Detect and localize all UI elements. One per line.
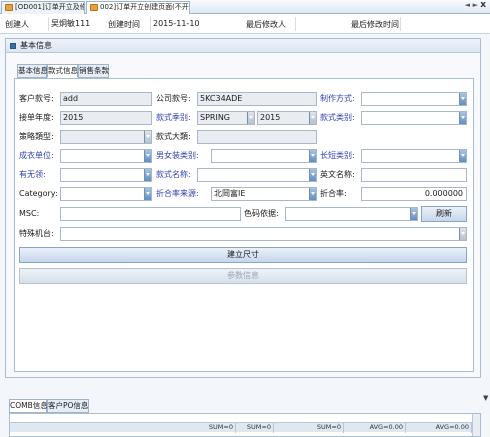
msc-label: MSC: bbox=[19, 209, 40, 218]
tab-scroll-right-icon[interactable]: ► bbox=[473, 1, 478, 9]
order-year-label: 接单年度: bbox=[19, 113, 54, 122]
form-icon bbox=[5, 4, 13, 11]
customer-no-label: 客户款号: bbox=[19, 94, 54, 103]
tab-comb-info[interactable]: COMB信息 bbox=[9, 399, 48, 413]
created-time-value: 2015-11-10 bbox=[150, 17, 240, 31]
gender-type-label: 男女装类别: bbox=[156, 151, 199, 160]
category-select[interactable] bbox=[60, 187, 152, 201]
discount-rate-field[interactable]: 0.000000 bbox=[361, 187, 467, 201]
last-modifier-label: 最后修改人 bbox=[246, 20, 286, 29]
season-value: SPRING bbox=[200, 113, 231, 122]
create-size-button[interactable]: 建立尺寸 bbox=[19, 247, 467, 263]
season-year-select[interactable]: 2015 bbox=[257, 111, 317, 125]
doc-tab-label: [OD001]订单开立及修改 bbox=[15, 3, 84, 11]
strategy-type-label: 策略類型: bbox=[19, 132, 54, 141]
discount-source-select[interactable]: 北岡富IE bbox=[211, 187, 317, 201]
created-time-label: 创建时间 bbox=[108, 20, 140, 29]
chevron-down-icon[interactable] bbox=[144, 169, 151, 181]
avg-cell: AVG=0.00 bbox=[344, 423, 406, 433]
has-none-label: 有无领: bbox=[19, 170, 46, 179]
collapse-icon[interactable] bbox=[10, 43, 16, 49]
style-name-select[interactable] bbox=[197, 168, 317, 182]
has-none-select[interactable] bbox=[60, 168, 152, 182]
summary-row: SUM=0 SUM=0 SUM=0 AVG=0.00 AVG=0.00 bbox=[10, 422, 480, 433]
style-size-field[interactable] bbox=[197, 130, 317, 144]
doc-tab-create-page[interactable]: 002]订单开立创建页面(不开放用 bbox=[86, 1, 190, 14]
tab-sales-terms[interactable]: 销售条款 bbox=[78, 64, 109, 78]
style-category-label: 款式类别: bbox=[320, 113, 355, 122]
parameter-info-button[interactable]: 参数信息 bbox=[19, 268, 467, 284]
creator-value: 吴炯敏111 bbox=[48, 17, 106, 31]
refresh-button[interactable]: 刷新 bbox=[421, 206, 467, 222]
customer-no-field[interactable]: add bbox=[60, 92, 152, 106]
chevron-down-icon[interactable] bbox=[247, 112, 254, 124]
chevron-down-icon[interactable] bbox=[144, 150, 151, 162]
discount-source-label: 折合率来源: bbox=[156, 189, 199, 198]
chevron-down-icon[interactable] bbox=[144, 188, 151, 200]
length-type-select[interactable] bbox=[361, 149, 467, 163]
garment-unit-select[interactable] bbox=[60, 149, 152, 163]
tab-style-info[interactable]: 款式信息 bbox=[47, 64, 78, 78]
discount-source-value: 北岡富IE bbox=[214, 189, 246, 198]
tab-customer-po-info[interactable]: 客户PO信息 bbox=[47, 399, 89, 413]
company-no-field[interactable]: 5KC34ADE bbox=[197, 92, 317, 106]
msc-field[interactable] bbox=[60, 207, 241, 221]
sum-cell: SUM=0 bbox=[160, 423, 236, 433]
season-label: 款式季别: bbox=[156, 113, 191, 122]
tab-scroll-left-icon[interactable]: ◄ bbox=[465, 1, 470, 9]
doc-tab-label: 002]订单开立创建页面(不开放用 bbox=[100, 3, 189, 11]
style-info-form: 客户款号: add 公司款号: 5KC34ADE 制作方式: 接单年度: 201… bbox=[14, 78, 474, 372]
last-modifier-value bbox=[295, 17, 347, 31]
chevron-down-icon[interactable] bbox=[309, 112, 316, 124]
garment-unit-label: 成衣单位: bbox=[19, 151, 54, 160]
style-category-select[interactable] bbox=[361, 111, 467, 125]
doc-tab-od001[interactable]: [OD001]订单开立及修改 bbox=[1, 1, 85, 14]
creator-label: 创建人 bbox=[5, 20, 29, 29]
category-label: Category: bbox=[19, 189, 58, 198]
sum-cell: SUM=0 bbox=[274, 423, 344, 433]
chevron-down-icon[interactable] bbox=[459, 150, 466, 162]
avg-cell: AVG=0.00 bbox=[406, 423, 472, 433]
chevron-down-icon[interactable] bbox=[144, 131, 151, 143]
season-year-value: 2015 bbox=[260, 113, 281, 122]
chevron-down-icon[interactable] bbox=[309, 169, 316, 181]
chevron-down-icon[interactable] bbox=[410, 208, 417, 220]
panel-header[interactable]: 基本信息 bbox=[6, 39, 480, 53]
chevron-down-icon[interactable] bbox=[459, 228, 466, 240]
record-header: 创建人 吴炯敏111 创建时间 2015-11-10 最后修改人 最后修改时间 bbox=[0, 14, 490, 34]
gender-type-select[interactable] bbox=[211, 149, 317, 163]
special-machine-label: 特殊机台: bbox=[19, 229, 54, 238]
last-modified-time-label: 最后修改时间 bbox=[351, 20, 399, 29]
special-machine-select[interactable] bbox=[60, 227, 467, 241]
last-modified-time-value bbox=[400, 17, 484, 31]
tab-basic-info[interactable]: 基本信息 bbox=[17, 64, 48, 78]
close-icon[interactable]: x bbox=[480, 0, 486, 10]
english-name-field[interactable] bbox=[361, 168, 467, 182]
order-year-field[interactable]: 2015 bbox=[60, 111, 152, 125]
season-select[interactable]: SPRING bbox=[197, 111, 255, 125]
grid-scrollbar[interactable] bbox=[472, 414, 480, 436]
chevron-down-icon[interactable] bbox=[459, 93, 466, 105]
strategy-type-select[interactable] bbox=[60, 130, 152, 144]
scroll-down-icon[interactable]: ▼ bbox=[483, 394, 489, 402]
document-tab-bar: [OD001]订单开立及修改 002]订单开立创建页面(不开放用 ◄ ► x bbox=[0, 0, 490, 14]
discount-rate-label: 折合率: bbox=[320, 189, 347, 198]
production-mode-label: 制作方式: bbox=[320, 94, 355, 103]
style-name-label: 款式名称: bbox=[156, 170, 191, 179]
sum-cell: SUM=0 bbox=[236, 423, 274, 433]
chevron-down-icon[interactable] bbox=[309, 188, 316, 200]
length-type-label: 长短类别: bbox=[320, 151, 355, 160]
production-mode-select[interactable] bbox=[361, 92, 467, 106]
comb-grid: SUM=0 SUM=0 SUM=0 AVG=0.00 AVG=0.00 bbox=[9, 413, 481, 437]
english-name-label: 英文名称: bbox=[320, 170, 355, 179]
chevron-down-icon[interactable] bbox=[309, 150, 316, 162]
panel-title: 基本信息 bbox=[20, 41, 52, 50]
color-basis-label: 色码依据: bbox=[244, 209, 279, 218]
style-size-label: 款式大類: bbox=[156, 132, 191, 141]
form-icon bbox=[90, 4, 98, 11]
chevron-down-icon[interactable] bbox=[459, 112, 466, 124]
color-basis-select[interactable] bbox=[285, 207, 418, 221]
company-no-label: 公司款号: bbox=[156, 94, 191, 103]
